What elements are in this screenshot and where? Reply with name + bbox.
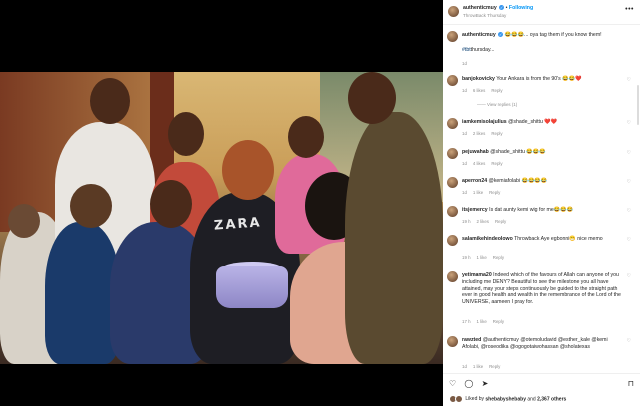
comment-username[interactable]: pejuwahab	[462, 149, 489, 155]
liker-avatar	[455, 395, 463, 403]
avatar[interactable]	[447, 118, 458, 129]
comment-text: Is dat aunty kemi wig for me😂😂😂	[489, 207, 574, 213]
post-header: authenticmuy ✓ • Following ThrowBack Thu…	[443, 0, 640, 25]
avatar[interactable]	[447, 75, 458, 86]
verified-badge-icon: ✓	[498, 32, 504, 38]
comment-age: 17 h	[462, 319, 471, 324]
likes-summary: Liked by shebabyshebaby and 2,367 others	[449, 395, 566, 403]
comment-like-heart-icon[interactable]: ♡	[627, 179, 631, 185]
comment-username[interactable]: iamkemisolajulius	[462, 119, 507, 125]
comment-likes[interactable]: 1 like	[477, 319, 487, 324]
reply-button[interactable]: Reply	[491, 88, 502, 93]
comment-likes[interactable]: 6 likes	[473, 88, 485, 93]
view-replies-button[interactable]: —— View replies (1)	[477, 102, 517, 107]
reply-button[interactable]: Reply	[493, 319, 504, 324]
caption-text: 😂😂😂... oya tag them if you know them!	[504, 32, 602, 38]
comment-likes[interactable]: 2 likes	[477, 219, 489, 224]
header-subtitle: ThrowBack Thursday	[463, 13, 507, 18]
heart-icon[interactable]: ♡	[449, 379, 456, 388]
comment-username[interactable]: rawzted	[462, 337, 481, 343]
avatar[interactable]	[447, 271, 458, 282]
avatar[interactable]	[447, 235, 458, 246]
caption-age: 1d	[462, 61, 467, 66]
reply-button[interactable]: Reply	[493, 255, 504, 260]
comment-like-heart-icon[interactable]: ♡	[627, 77, 631, 83]
comment-like-heart-icon[interactable]: ♡	[627, 338, 631, 344]
comment-username[interactable]: aperron24	[462, 178, 487, 184]
comment-age: 1d	[462, 161, 467, 166]
post-media[interactable]: ZARA	[0, 0, 443, 405]
comment-like-heart-icon[interactable]: ♡	[627, 237, 631, 243]
liked-by-count[interactable]: 2,367 others	[537, 396, 566, 402]
avatar[interactable]	[447, 206, 458, 217]
comment-icon[interactable]: ◯	[464, 379, 473, 388]
comment-username[interactable]: itsjemercy	[462, 207, 488, 213]
reply-button[interactable]: Reply	[489, 364, 500, 369]
reply-button[interactable]: Reply	[491, 131, 502, 136]
avatar[interactable]	[447, 148, 458, 159]
comment-like-heart-icon[interactable]: ♡	[627, 208, 631, 214]
post-sidebar: authenticmuy ✓ • Following ThrowBack Thu…	[443, 0, 640, 406]
following-button[interactable]: Following	[509, 5, 533, 11]
comment-likes[interactable]: 1 like	[473, 364, 483, 369]
comments-list[interactable]: authenticmuy ✓ 😂😂😂... oya tag them if yo…	[443, 25, 640, 373]
comment-text: @kemiafolabi 😂😂😂😂	[488, 178, 548, 184]
comment-age: 19 h	[462, 255, 471, 260]
hashtag-link[interactable]: #tbt	[462, 47, 471, 53]
person	[45, 222, 120, 364]
post-photo[interactable]: ZARA	[0, 72, 443, 364]
comment-text: @shade_shittu ❤️❤️	[508, 119, 558, 125]
liked-by-user[interactable]: shebabyshebaby	[485, 396, 526, 402]
person-right	[345, 112, 443, 364]
caption-text-2: thursday...	[470, 47, 495, 53]
comments-scrollbar[interactable]	[637, 85, 639, 125]
comment-like-heart-icon[interactable]: ♡	[627, 273, 631, 279]
avatar[interactable]	[447, 336, 458, 347]
comment-likes[interactable]: 1 like	[477, 255, 487, 260]
caption-username[interactable]: authenticmuy	[462, 32, 496, 38]
comment-likes[interactable]: 2 likes	[473, 131, 485, 136]
bookmark-icon[interactable]: ⊓	[628, 379, 634, 388]
more-options-icon[interactable]: •••	[625, 6, 634, 13]
comment-age: 1d	[462, 88, 467, 93]
reply-button[interactable]: Reply	[491, 161, 502, 166]
avatar[interactable]	[447, 31, 458, 42]
header-username[interactable]: authenticmuy	[463, 5, 497, 11]
share-icon[interactable]: ➤	[482, 379, 489, 388]
verified-badge-icon: ✓	[499, 5, 505, 11]
comment-age: 1d	[462, 364, 467, 369]
comment-likes[interactable]: 4 likes	[473, 161, 485, 166]
comment-text: @authenticmuy @otemoludavid @esther_kale…	[462, 337, 608, 350]
comment-like-heart-icon[interactable]: ♡	[627, 120, 631, 126]
post-actions: ♡ ◯ ➤ ⊓ Liked by shebabyshebaby and 2,36…	[443, 373, 640, 406]
comment-username[interactable]: salamikehindeolowo	[462, 236, 513, 242]
comment-text: Your Ankara is from the 90's 😂😂❤️	[496, 76, 582, 82]
comment-username[interactable]: yetimama20	[462, 272, 492, 278]
comment-text: Throwback Aye egbonni😁 nice memo	[514, 236, 603, 242]
comment-age: 1d	[462, 131, 467, 136]
reply-button[interactable]: Reply	[495, 219, 506, 224]
avatar[interactable]	[447, 177, 458, 188]
comment-like-heart-icon[interactable]: ♡	[627, 150, 631, 156]
comment-likes[interactable]: 1 like	[473, 190, 483, 195]
birthday-cake	[216, 266, 288, 308]
comment-age: 1d	[462, 190, 467, 195]
comment-age: 19 h	[462, 219, 471, 224]
avatar[interactable]	[448, 6, 459, 17]
comment-text: @shade_shittu 😂😂😂	[490, 149, 546, 155]
comment-username[interactable]: banjokovicky	[462, 76, 495, 82]
reply-button[interactable]: Reply	[489, 190, 500, 195]
